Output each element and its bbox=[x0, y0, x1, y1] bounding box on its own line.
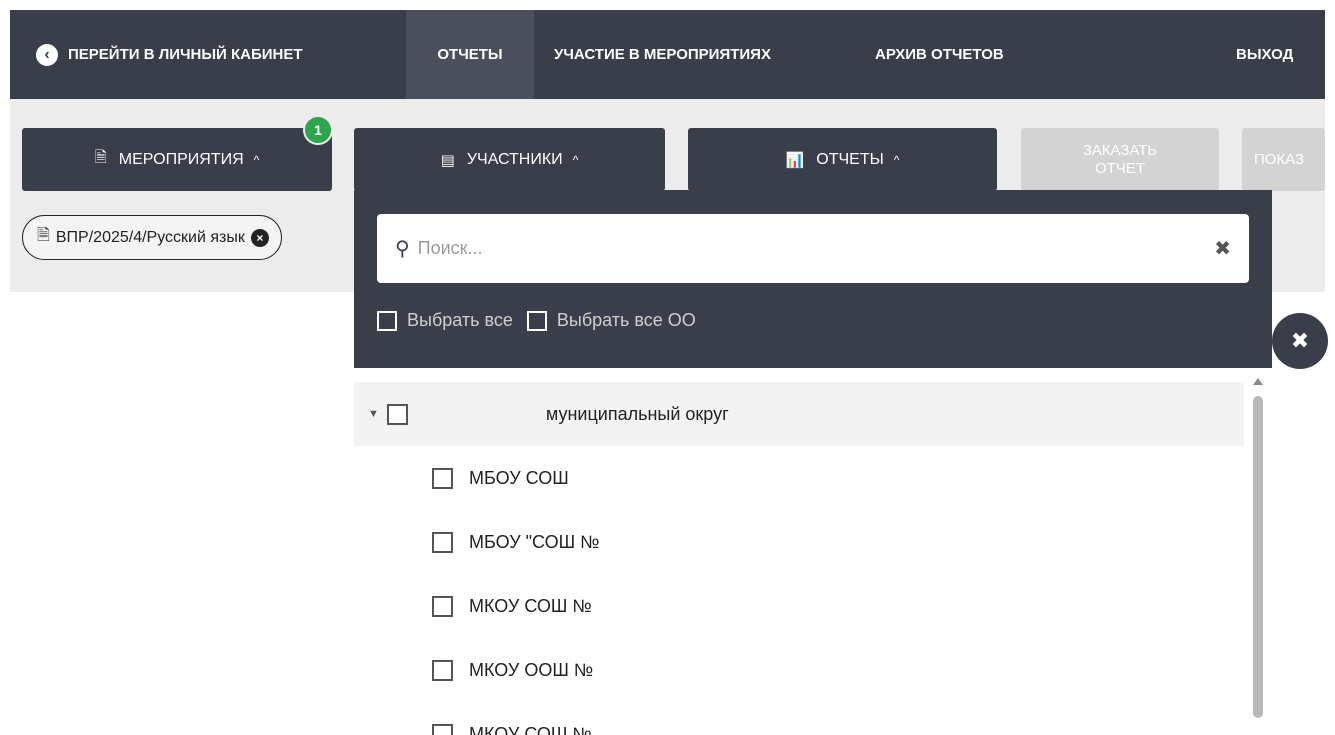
parent-checkbox[interactable] bbox=[386, 403, 408, 425]
list-item-label: МБОУ СОШ bbox=[469, 467, 569, 488]
clear-search-icon[interactable]: ✖ bbox=[1214, 236, 1231, 261]
nav-participation[interactable]: УЧАСТИЕ В МЕРОПРИЯТИЯХ bbox=[540, 10, 785, 99]
selected-event-chip: 🗎 ВПР/2025/4/Русский язык × bbox=[22, 215, 282, 260]
nav-exit-label: ВЫХОД bbox=[1236, 46, 1294, 63]
list-item[interactable]: МКОУ СОШ № bbox=[354, 702, 1244, 735]
list-item[interactable]: МБОУ "СОШ № bbox=[354, 510, 1244, 574]
order-report-button[interactable]: ЗАКАЗАТЬ ОТЧЕТ bbox=[1021, 128, 1219, 191]
list-item[interactable]: МКОУ ООШ № bbox=[354, 638, 1244, 702]
bar-chart-icon: 📊 bbox=[785, 151, 805, 169]
chevron-up-icon: ^ bbox=[572, 152, 579, 167]
events-dropdown-button[interactable]: 🗎 МЕРОПРИЯТИЯ ^ bbox=[22, 128, 332, 191]
select-all-row: Выбрать все Выбрать все ОО bbox=[377, 310, 710, 331]
document-icon: 🗎 bbox=[94, 149, 107, 166]
participants-tree-list: ▼ муниципальный округ МБОУ СОШ МБОУ "СОШ… bbox=[354, 382, 1244, 735]
order-report-line1: ЗАКАЗАТЬ bbox=[1082, 141, 1158, 159]
reports-button-label: ОТЧЕТЫ bbox=[816, 150, 884, 168]
search-box: ⚲ ✖ bbox=[377, 214, 1249, 283]
back-to-cabinet-label: ПЕРЕЙТИ В ЛИЧНЫЙ КАБИНЕТ bbox=[68, 46, 303, 63]
list-item-label: МКОУ ООШ № bbox=[469, 659, 594, 680]
chevron-up-icon: ^ bbox=[253, 152, 260, 167]
order-report-line2: ОТЧЕТ bbox=[1095, 159, 1145, 177]
nav-participation-label: УЧАСТИЕ В МЕРОПРИЯТИЯХ bbox=[554, 46, 771, 63]
nav-archive[interactable]: АРХИВ ОТЧЕТОВ bbox=[861, 10, 1018, 99]
item-checkbox[interactable] bbox=[432, 595, 453, 617]
document-icon: 🗎 bbox=[37, 227, 50, 244]
remove-chip-icon[interactable]: × bbox=[250, 228, 269, 247]
list-item-label: МКОУ СОШ № bbox=[469, 723, 592, 735]
nav-archive-label: АРХИВ ОТЧЕТОВ bbox=[875, 46, 1004, 63]
item-checkbox[interactable] bbox=[432, 723, 453, 735]
search-input[interactable] bbox=[417, 238, 1215, 259]
events-button-label: МЕРОПРИЯТИЯ bbox=[118, 150, 244, 168]
dropdown-header: ⚲ ✖ Выбрать все Выбрать все ОО bbox=[354, 190, 1272, 368]
show-button[interactable]: ПОКАЗ bbox=[1242, 128, 1325, 191]
select-all-checkbox[interactable] bbox=[377, 310, 397, 331]
top-nav-bar: ‹ ПЕРЕЙТИ В ЛИЧНЫЙ КАБИНЕТ ОТЧЕТЫ УЧАСТИ… bbox=[10, 10, 1325, 99]
close-icon: ✖ bbox=[1290, 328, 1310, 353]
participants-dropdown-panel: ⚲ ✖ Выбрать все Выбрать все ОО ▼ муницип… bbox=[354, 190, 1272, 735]
scrollbar[interactable] bbox=[1250, 378, 1266, 723]
caret-down-icon[interactable]: ▼ bbox=[368, 408, 379, 420]
events-count-badge: 1 bbox=[303, 115, 333, 145]
list-item-label: МКОУ СОШ № bbox=[469, 595, 592, 616]
selected-event-label: ВПР/2025/4/Русский язык bbox=[55, 228, 245, 246]
item-checkbox[interactable] bbox=[432, 659, 453, 681]
tree-parent-item[interactable]: ▼ муниципальный округ bbox=[354, 382, 1244, 446]
back-to-cabinet-link[interactable]: ‹ ПЕРЕЙТИ В ЛИЧНЫЙ КАБИНЕТ bbox=[36, 10, 303, 99]
select-all-label: Выбрать все bbox=[407, 310, 513, 330]
select-all-checkbox-group[interactable]: Выбрать все bbox=[377, 310, 513, 331]
scrollbar-thumb[interactable] bbox=[1253, 396, 1263, 718]
select-all-oo-checkbox[interactable] bbox=[526, 310, 547, 331]
select-all-oo-checkbox-group[interactable]: Выбрать все ОО bbox=[526, 310, 696, 331]
nav-exit[interactable]: ВЫХОД bbox=[1222, 10, 1307, 99]
participants-dropdown-button[interactable]: ▤ УЧАСТНИКИ ^ bbox=[354, 128, 665, 191]
chevron-left-icon: ‹ bbox=[36, 43, 58, 66]
item-checkbox[interactable] bbox=[432, 467, 453, 489]
close-dropdown-button[interactable]: ✖ bbox=[1272, 313, 1328, 369]
nav-reports-label: ОТЧЕТЫ bbox=[437, 46, 503, 63]
list-item[interactable]: МКОУ СОШ № bbox=[354, 574, 1244, 638]
chevron-up-icon: ^ bbox=[893, 152, 900, 167]
select-all-oo-label: Выбрать все ОО bbox=[556, 310, 696, 330]
parent-item-label: муниципальный округ bbox=[545, 403, 729, 424]
show-button-label: ПОКАЗ bbox=[1254, 150, 1305, 168]
list-item-label: МБОУ "СОШ № bbox=[469, 531, 600, 552]
scroll-up-arrow-icon[interactable] bbox=[1253, 378, 1263, 385]
list-document-icon: ▤ bbox=[440, 151, 455, 169]
list-item[interactable]: МБОУ СОШ bbox=[354, 446, 1244, 510]
item-checkbox[interactable] bbox=[432, 531, 453, 553]
nav-reports[interactable]: ОТЧЕТЫ bbox=[406, 10, 534, 99]
participants-button-label: УЧАСТНИКИ bbox=[466, 150, 563, 168]
search-icon: ⚲ bbox=[395, 238, 410, 260]
reports-dropdown-button[interactable]: 📊 ОТЧЕТЫ ^ bbox=[688, 128, 997, 191]
top-navigation: ‹ ПЕРЕЙТИ В ЛИЧНЫЙ КАБИНЕТ ОТЧЕТЫ УЧАСТИ… bbox=[0, 0, 1335, 99]
